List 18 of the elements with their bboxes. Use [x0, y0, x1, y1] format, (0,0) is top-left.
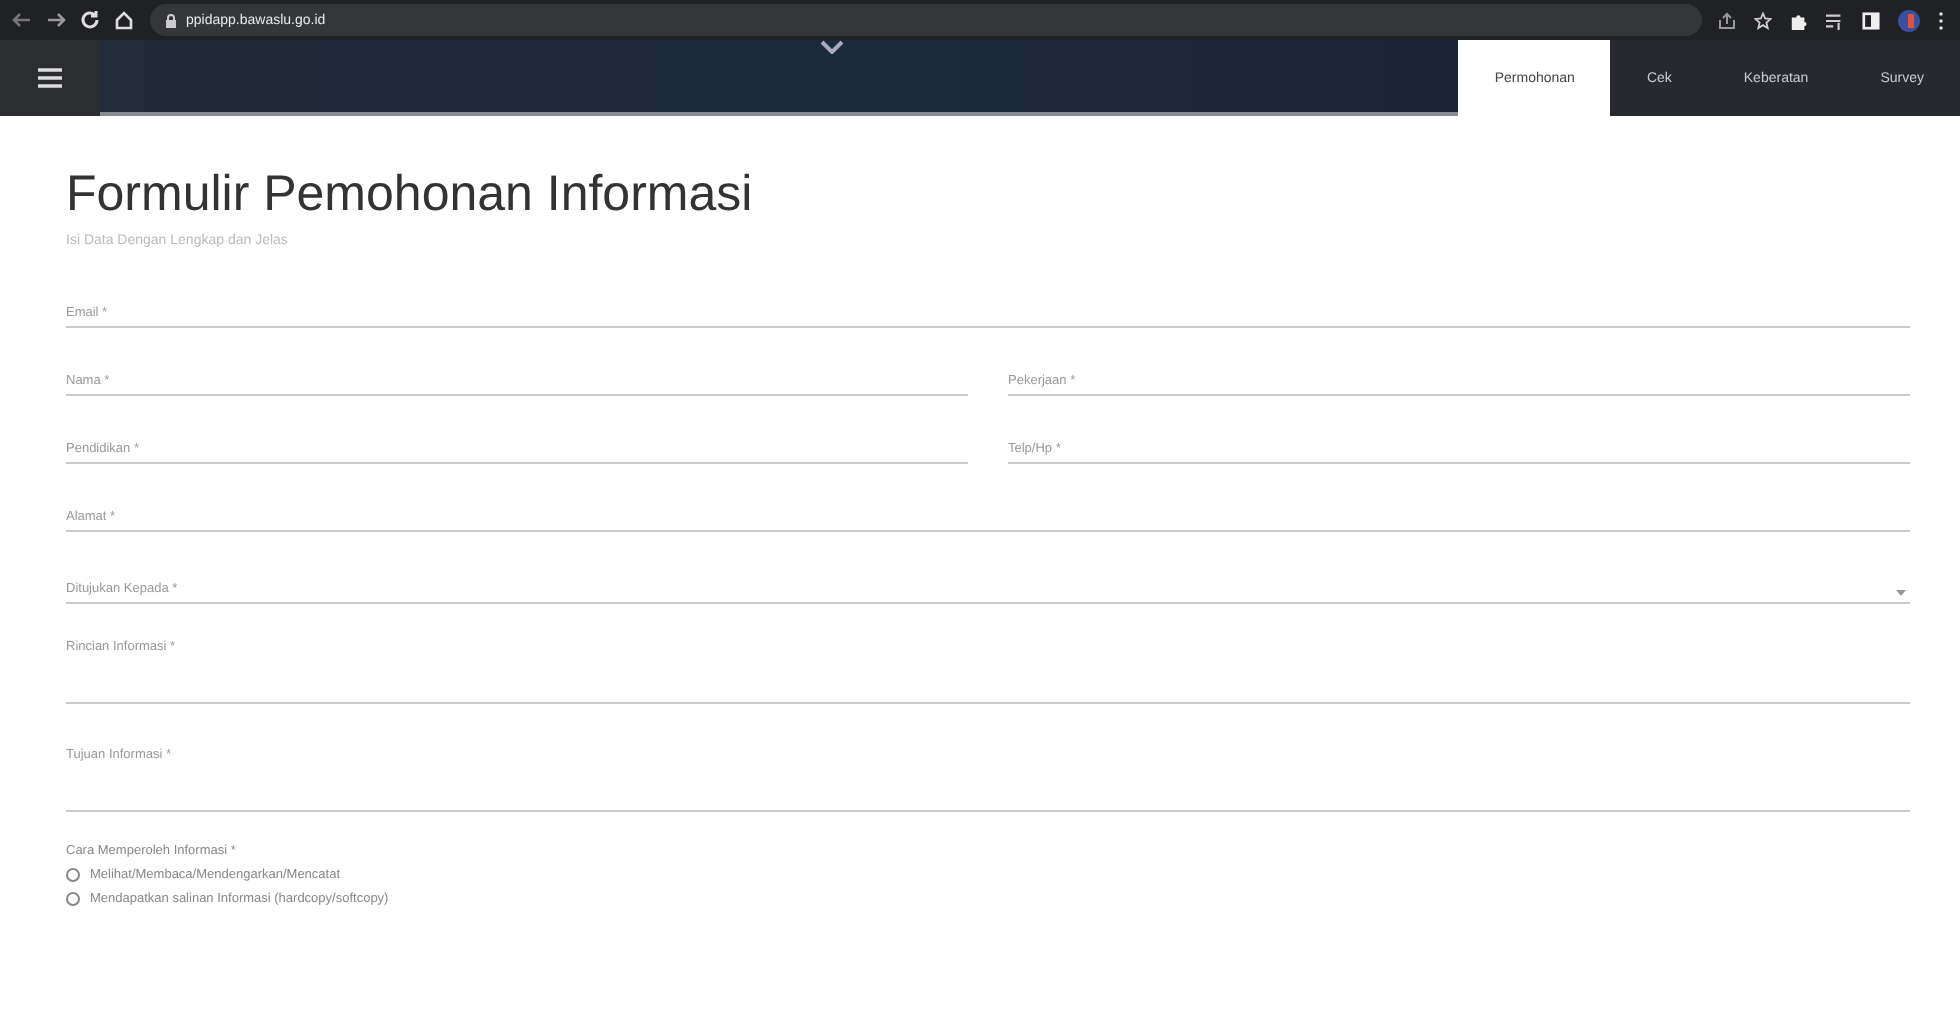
caret-icon [1896, 590, 1906, 596]
radio-button[interactable] [66, 892, 80, 906]
lock-icon [166, 13, 176, 27]
share-icon[interactable] [1718, 11, 1736, 29]
reload-icon[interactable] [80, 10, 100, 30]
playlist-icon[interactable] [1826, 11, 1844, 29]
more-icon[interactable] [1938, 11, 1944, 29]
profile-avatar-icon[interactable] [1898, 9, 1920, 31]
puzzle-icon[interactable] [1790, 11, 1808, 29]
home-icon[interactable] [114, 10, 134, 30]
radio-button[interactable] [66, 868, 80, 882]
form-title: Formulir Pemohonan Informasi [66, 164, 755, 224]
forward-icon[interactable] [46, 10, 66, 30]
sidepanel-icon[interactable] [1862, 11, 1880, 29]
menu-icon[interactable] [38, 68, 62, 88]
back-icon[interactable] [12, 10, 32, 30]
star-icon[interactable] [1754, 11, 1772, 29]
chevron-down-icon[interactable] [820, 40, 844, 54]
